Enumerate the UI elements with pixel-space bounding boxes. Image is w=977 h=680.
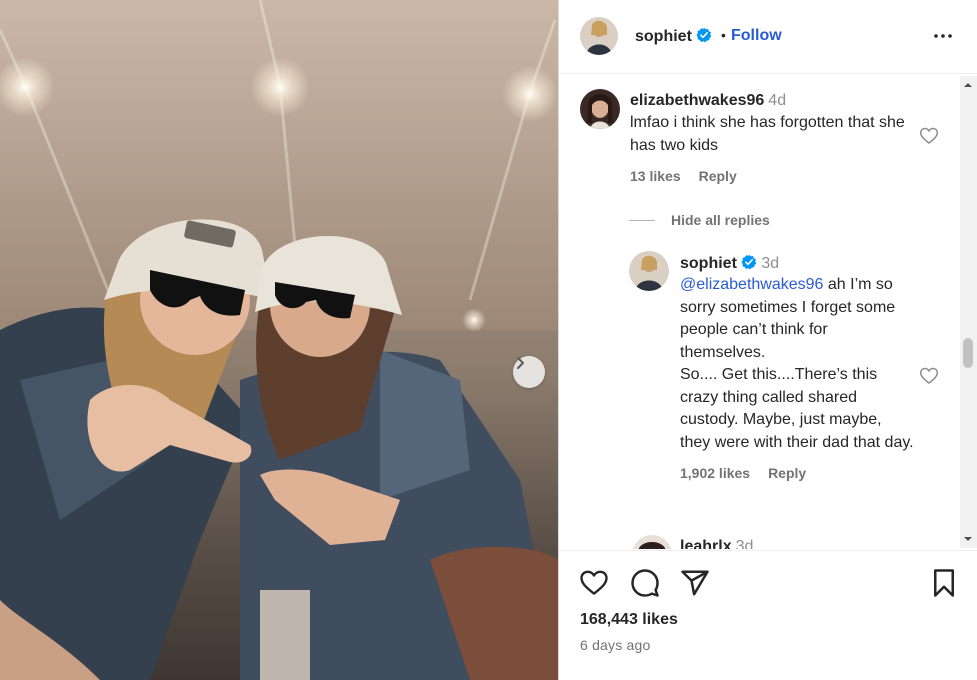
comments-list[interactable]: elizabethwakes96 4d lmfao i think she has… <box>559 75 977 549</box>
verified-badge-icon <box>696 27 712 43</box>
more-options-button[interactable] <box>931 24 955 48</box>
hide-replies-toggle[interactable]: Hide all replies <box>629 212 770 228</box>
bookmark-icon <box>934 569 954 597</box>
heart-icon <box>580 570 608 595</box>
scroll-down-arrow-icon[interactable] <box>963 534 973 544</box>
post-date[interactable]: 6 days ago <box>580 637 651 653</box>
save-button[interactable] <box>929 568 959 598</box>
verified-badge-icon <box>741 254 757 270</box>
reply-avatar[interactable] <box>629 251 669 291</box>
post-side-panel: sophiet • Follow elizabethwakes96 4d lmf… <box>558 0 977 680</box>
reply-body: ah I’m so sorry sometimes I forget some … <box>680 276 914 451</box>
reply-text: @elizabethwakes96 ah I’m so sorry someti… <box>680 274 916 454</box>
likes-count[interactable]: 168,443 likes <box>580 611 678 629</box>
reply-time: 3d <box>761 255 780 272</box>
comment-username[interactable]: elizabethwakes96 <box>630 92 764 109</box>
author-username[interactable]: sophiet <box>635 27 712 46</box>
post-actions: 168,443 likes 6 days ago <box>559 550 977 680</box>
like-button[interactable] <box>579 568 609 598</box>
follow-button[interactable]: Follow <box>731 27 782 45</box>
heart-outline-icon <box>919 367 939 384</box>
comments-scrollbar[interactable] <box>960 76 977 548</box>
replies-divider-line <box>629 219 655 221</box>
comment-like-button[interactable] <box>919 126 939 146</box>
reply-mention-link[interactable]: @elizabethwakes96 <box>680 276 823 293</box>
author-avatar[interactable] <box>580 17 618 55</box>
scroll-up-arrow-icon[interactable] <box>963 80 973 90</box>
commenter-avatar[interactable] <box>632 535 672 549</box>
heart-outline-icon <box>919 127 939 144</box>
reply-likes[interactable]: 1,902 likes <box>680 465 750 481</box>
author-username-text: sophiet <box>635 28 692 45</box>
comment-time: 4d <box>768 92 787 109</box>
share-button[interactable] <box>680 568 710 598</box>
more-horizontal-icon <box>934 34 952 38</box>
comment-time: 3d <box>735 538 754 549</box>
comment-reply-button[interactable]: Reply <box>699 168 737 184</box>
chevron-right-icon <box>517 357 524 369</box>
separator-dot: • <box>721 27 726 43</box>
post-photo <box>0 0 558 680</box>
share-icon <box>681 570 709 596</box>
reply-like-button[interactable] <box>919 366 939 386</box>
reply-reply-button[interactable]: Reply <box>768 465 806 481</box>
commenter-avatar[interactable] <box>580 89 620 129</box>
comment-icon <box>631 569 659 597</box>
comment-likes[interactable]: 13 likes <box>630 168 681 184</box>
photo-illustration <box>0 0 558 680</box>
next-photo-button[interactable] <box>513 356 545 388</box>
comment-button[interactable] <box>630 568 660 598</box>
scrollbar-thumb[interactable] <box>963 338 973 368</box>
hide-replies-label: Hide all replies <box>671 212 770 228</box>
reply-username[interactable]: sophiet <box>680 255 737 272</box>
post-header: sophiet • Follow <box>559 0 977 74</box>
comment-username[interactable]: leahrlx <box>680 538 732 549</box>
comment-text: lmfao i think she has forgotten that she… <box>630 114 910 154</box>
